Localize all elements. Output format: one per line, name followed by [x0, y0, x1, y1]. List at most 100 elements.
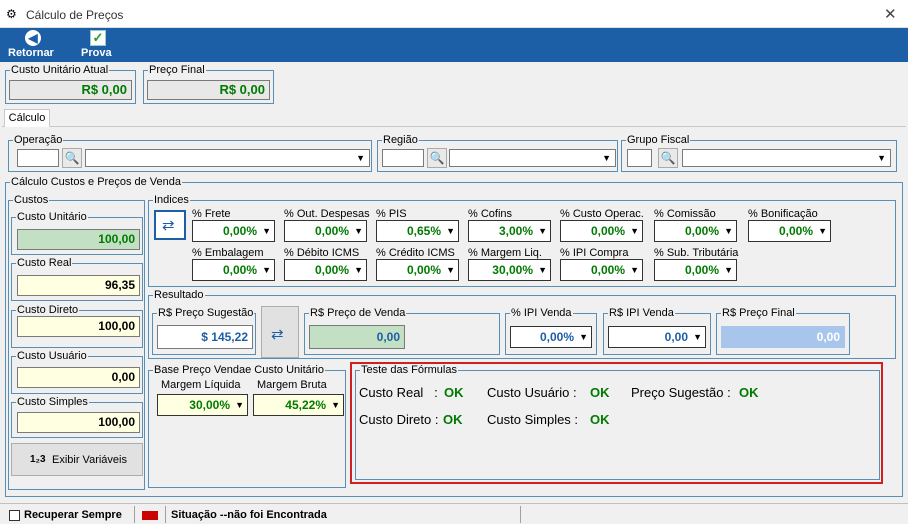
direct-cost-label: Custo Direto: [16, 304, 80, 316]
apply-suggestion-button[interactable]: ⇄: [261, 306, 299, 358]
test-suggested-status: OK: [739, 385, 759, 400]
ipi-pct-value: 0,00%: [539, 330, 574, 344]
suggested-price-label: R$ Preço Sugestão: [157, 307, 255, 319]
region-search-button[interactable]: 🔍: [427, 148, 447, 168]
index-select[interactable]: 3,00% ▼: [468, 220, 551, 242]
index-select[interactable]: 0,00% ▼: [560, 259, 643, 281]
index-select[interactable]: 0,00% ▼: [748, 220, 831, 242]
test-direct-status: OK: [443, 412, 463, 427]
final-price-result-field: 0,00: [721, 326, 845, 348]
gross-margin-select[interactable]: 45,22% ▼: [253, 394, 344, 416]
simple-cost-box: Custo Simples 100,00: [11, 396, 143, 438]
gross-margin-value: 45,22%: [285, 398, 326, 412]
sale-price-label: R$ Preço de Venda: [309, 307, 407, 319]
close-icon[interactable]: ✕: [884, 5, 897, 23]
recover-checkbox[interactable]: [9, 510, 20, 521]
fiscal-search-button[interactable]: 🔍: [658, 148, 678, 168]
fiscal-code-input[interactable]: [627, 149, 652, 167]
ipi-pct-select[interactable]: 0,00% ▼: [510, 326, 592, 348]
chevron-down-icon: ▼: [579, 332, 588, 342]
region-select[interactable]: ▼: [449, 149, 616, 167]
index-value: 0,00%: [684, 263, 719, 277]
recalculate-button[interactable]: ⇄: [154, 210, 186, 240]
refresh-icon: ⇄: [271, 326, 284, 343]
index-label: % Comissão: [654, 208, 716, 220]
index-value: 0,00%: [684, 224, 719, 238]
operation-select[interactable]: ▼: [85, 149, 370, 167]
index-value: 30,00%: [492, 263, 533, 277]
index-select[interactable]: 0,00% ▼: [654, 259, 737, 281]
operation-code-input[interactable]: [17, 149, 59, 167]
window-title: Cálculo de Preços: [26, 8, 124, 22]
status-bar: Recuperar Sempre Situação --não foi Enco…: [0, 503, 908, 524]
sale-price-field[interactable]: 0,00: [309, 325, 405, 349]
index-select[interactable]: 0,00% ▼: [192, 259, 275, 281]
gross-margin-label: Margem Bruta: [257, 379, 327, 391]
title-bar: ⚙ Cálculo de Preços ✕: [0, 0, 908, 28]
simple-cost-field[interactable]: 100,00: [17, 412, 140, 433]
fiscal-group: Grupo Fiscal 🔍 ▼: [621, 134, 897, 172]
refresh-icon: ⇄: [162, 217, 175, 234]
index-select[interactable]: 0,00% ▼: [560, 220, 643, 242]
ipi-rs-box: R$ IPI Venda 0,00 ▼: [603, 307, 711, 355]
operation-search-button[interactable]: 🔍: [62, 148, 82, 168]
ipi-pct-box: % IPI Venda 0,00% ▼: [505, 307, 597, 355]
index-label: % Margem Liq.: [468, 247, 542, 259]
back-button[interactable]: ◀ Retornar: [6, 30, 62, 60]
region-label: Região: [382, 134, 419, 146]
region-group: Região 🔍 ▼: [377, 134, 618, 172]
index-label: % Cofins: [468, 208, 513, 220]
index-value: 0,00%: [778, 224, 813, 238]
direct-cost-field[interactable]: 100,00: [17, 316, 140, 337]
net-margin-select[interactable]: 30,00% ▼: [157, 394, 248, 416]
ipi-rs-select[interactable]: 0,00 ▼: [608, 326, 706, 348]
suggested-price-box: R$ Preço Sugestão $ 145,22: [152, 307, 256, 355]
index-select[interactable]: 0,00% ▼: [192, 220, 275, 242]
show-variables-button[interactable]: 1₂3 Exibir Variáveis: [11, 443, 143, 476]
final-price-box: R$ Preço Final 0,00: [716, 307, 850, 355]
index-value: 0,00%: [222, 224, 257, 238]
chevron-down-icon: ▼: [630, 265, 639, 275]
tab-calculo-label: Cálculo: [8, 112, 46, 124]
final-price-value: R$ 0,00: [147, 80, 270, 100]
index-label: % PIS: [376, 208, 407, 220]
test-label: Prova: [81, 47, 112, 59]
chevron-down-icon: ▼: [538, 265, 547, 275]
index-select[interactable]: 30,00% ▼: [468, 259, 551, 281]
test-suggested-label: Preço Sugestão :: [631, 385, 731, 400]
test-real-label: Custo Real :: [359, 385, 438, 400]
unit-cost-field: 100,00: [17, 229, 140, 250]
real-cost-field[interactable]: 96,35: [17, 275, 140, 296]
chevron-down-icon: ▼: [538, 226, 547, 236]
index-label: % Frete: [192, 208, 231, 220]
tab-bar-line: [2, 126, 906, 127]
index-label: % Embalagem: [192, 247, 264, 259]
index-select[interactable]: 0,00% ▼: [654, 220, 737, 242]
final-price-label: Preço Final: [148, 64, 206, 76]
fiscal-select[interactable]: ▼: [682, 149, 891, 167]
ipi-rs-value: 0,00: [664, 330, 688, 344]
unit-cost-value: R$ 0,00: [9, 80, 132, 100]
index-select[interactable]: 0,00% ▼: [376, 259, 459, 281]
net-margin-label: Margem Líquida: [161, 379, 241, 391]
ipi-pct-label: % IPI Venda: [510, 307, 573, 319]
unit-cost-group: Custo Unitário Atual R$ 0,00: [5, 64, 136, 104]
index-value: 0,65%: [406, 224, 441, 238]
test-button[interactable]: ✓ Prova: [78, 30, 118, 60]
search-icon: 🔍: [660, 151, 676, 165]
fiscal-group-label: Grupo Fiscal: [626, 134, 691, 146]
user-cost-field[interactable]: 0,00: [17, 367, 140, 388]
situation-text: Situação --não foi Encontrada: [171, 509, 327, 521]
numbers-icon: 1₂3: [30, 454, 46, 465]
chevron-down-icon: ▼: [630, 226, 639, 236]
chevron-down-icon: ▼: [446, 265, 455, 275]
tab-calculo[interactable]: Cálculo: [4, 109, 50, 127]
test-simple-status: OK: [590, 412, 610, 427]
index-select[interactable]: 0,00% ▼: [284, 220, 367, 242]
suggested-price-field: $ 145,22: [157, 325, 253, 349]
index-select[interactable]: 0,65% ▼: [376, 220, 459, 242]
chevron-down-icon: ▼: [877, 153, 886, 163]
index-select[interactable]: 0,00% ▼: [284, 259, 367, 281]
user-cost-label: Custo Usuário: [16, 350, 88, 362]
region-code-input[interactable]: [382, 149, 424, 167]
